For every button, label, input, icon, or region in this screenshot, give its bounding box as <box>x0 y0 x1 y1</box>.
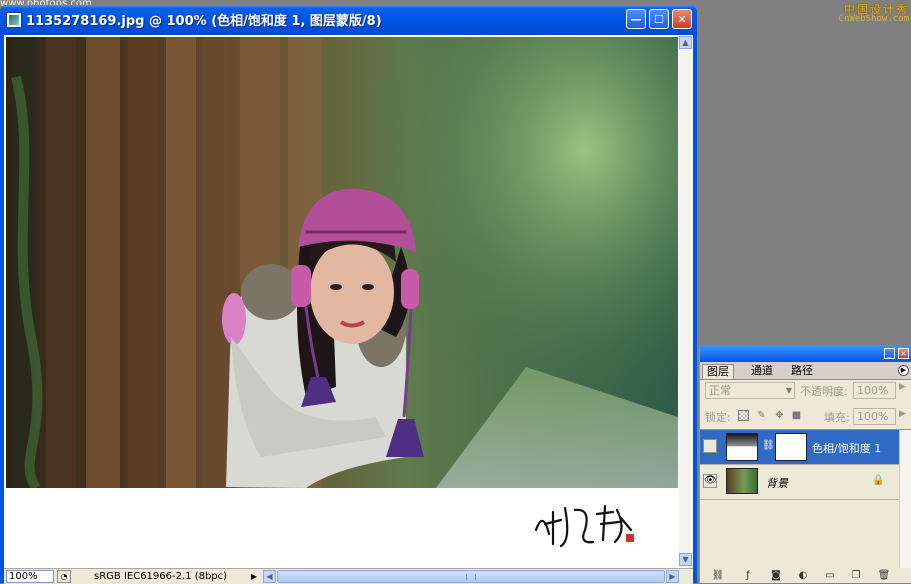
panel-close-button[interactable]: × <box>898 348 909 359</box>
maximize-button[interactable]: ☐ <box>649 9 669 29</box>
fill-field[interactable]: 100% <box>853 408 896 425</box>
zoom-field[interactable]: 100% <box>6 570 54 583</box>
grip-icon <box>466 574 476 580</box>
horizontal-scroll-thumb[interactable] <box>277 570 665 583</box>
document-profile: sRGB IEC61966-2.1 (8bpc) <box>94 571 228 582</box>
maximize-icon: ☐ <box>654 12 664 26</box>
chevron-down-icon: ▼ <box>785 386 793 395</box>
arrow-left-icon: ◀ <box>266 572 273 581</box>
triangle-right-icon: ▶ <box>899 382 906 392</box>
arrow-right-icon: ▶ <box>669 572 676 581</box>
arrow-down-icon: ▼ <box>682 555 689 564</box>
scroll-down-button[interactable]: ▼ <box>679 553 692 566</box>
horizontal-scrollbar[interactable]: ◀ ▶ <box>263 570 679 583</box>
layer-style-icon[interactable]: ƒ <box>740 569 756 582</box>
status-info-button[interactable]: ◔ <box>57 570 71 583</box>
signature-artwork <box>534 504 634 548</box>
layer-mask-thumbnail[interactable] <box>775 433 807 461</box>
minimize-icon: _ <box>887 349 892 358</box>
lock-icon: 🔒 <box>872 475 885 486</box>
layer-visibility-toggle[interactable] <box>703 439 717 453</box>
opacity-slider-button[interactable]: ▶ <box>899 382 906 392</box>
layer-name[interactable]: 色相/饱和度 1 <box>812 440 881 456</box>
panel-menu-button[interactable]: ▶ <box>898 365 909 376</box>
tab-channels[interactable]: 通道 <box>747 364 777 378</box>
opacity-field[interactable]: 100% <box>853 382 896 399</box>
close-icon: ✕ <box>677 12 687 26</box>
image-canvas[interactable] <box>6 37 678 568</box>
status-bar: 100% ◔ sRGB IEC61966-2.1 (8bpc) ▶ ◀ ▶ <box>4 568 693 584</box>
add-mask-icon[interactable]: ◙ <box>768 569 784 582</box>
site-logo-latin: CnWebShow.com <box>838 14 909 24</box>
link-layers-icon[interactable]: ⛓ <box>710 569 726 582</box>
adjustment-thumbnail <box>726 433 758 461</box>
trash-icon[interactable]: 🗑 <box>876 569 892 582</box>
layer-name[interactable]: 背景 <box>766 475 788 491</box>
lock-pixels-brush-icon[interactable]: ✎ <box>756 410 767 421</box>
minimize-icon: — <box>630 12 642 26</box>
panel-minimize-button[interactable]: _ <box>884 348 895 359</box>
lock-label: 锁定: <box>705 411 731 424</box>
photo <box>6 37 678 488</box>
lock-all-icon[interactable]: ■ <box>791 410 802 421</box>
vertical-scrollbar[interactable]: ▲ ▼ <box>679 35 693 567</box>
fill-label: 填充: <box>824 411 850 424</box>
panel-footer: ⛓ ƒ ◙ ◐ ▭ ❐ 🗑 <box>700 568 911 583</box>
layer-thumbnail <box>726 468 758 494</box>
layers-panel: _ × 图层 通道 路径 ▶ 正常 ▼ 不透明度: 100% ▶ 锁定: ✎ ✥… <box>699 345 911 583</box>
minimize-button[interactable]: — <box>626 9 646 29</box>
layer-row-hue-saturation[interactable]: ⛓ 色相/饱和度 1 <box>700 430 899 465</box>
scroll-up-button[interactable]: ▲ <box>679 36 692 49</box>
tab-paths[interactable]: 路径 <box>787 364 817 378</box>
eye-icon[interactable]: 👁 <box>703 474 717 488</box>
triangle-right-icon: ▶ <box>250 572 258 581</box>
layers-list: ⛓ 色相/饱和度 1 👁 背景 🔒 <box>700 429 911 569</box>
scroll-left-button[interactable]: ◀ <box>263 570 276 583</box>
document-titlebar[interactable]: 1135278169.jpg @ 100% (色相/饱和度 1, 图层蒙版/8)… <box>0 5 697 35</box>
document-window: 1135278169.jpg @ 100% (色相/饱和度 1, 图层蒙版/8)… <box>0 5 697 584</box>
new-layer-icon[interactable]: ❐ <box>848 569 864 582</box>
blend-mode-value: 正常 <box>709 384 731 397</box>
status-menu-button[interactable]: ▶ <box>248 570 260 583</box>
close-icon: × <box>900 349 907 358</box>
document-title: 1135278169.jpg @ 100% (色相/饱和度 1, 图层蒙版/8) <box>26 14 382 29</box>
triangle-right-icon: ▶ <box>899 409 906 419</box>
document-icon <box>6 12 22 28</box>
opacity-label: 不透明度: <box>800 385 848 398</box>
lock-transparency-icon[interactable] <box>738 410 749 421</box>
info-icon: ◔ <box>60 572 68 581</box>
layers-scrollbar[interactable] <box>899 430 911 569</box>
link-chain-icon[interactable]: ⛓ <box>762 440 775 451</box>
adjustment-layer-icon[interactable]: ◐ <box>795 569 811 582</box>
triangle-right-icon: ▶ <box>900 366 907 374</box>
lock-position-move-icon[interactable]: ✥ <box>774 410 785 421</box>
fill-slider-button[interactable]: ▶ <box>899 409 906 419</box>
panel-tabs: 图层 通道 路径 ▶ <box>700 362 911 380</box>
tab-layers[interactable]: 图层 <box>702 364 734 379</box>
arrow-up-icon: ▲ <box>682 38 689 47</box>
scroll-right-button[interactable]: ▶ <box>666 570 679 583</box>
blend-mode-select[interactable]: 正常 ▼ <box>705 382 795 399</box>
layer-row-background[interactable]: 👁 背景 🔒 <box>700 465 899 500</box>
panel-titlebar[interactable]: _ × <box>700 345 911 362</box>
new-group-icon[interactable]: ▭ <box>822 569 838 582</box>
close-button[interactable]: ✕ <box>672 9 692 29</box>
document-client-area: ▲ ▼ 100% ◔ sRGB IEC61966-2.1 (8bpc) ▶ ◀ … <box>4 35 693 584</box>
